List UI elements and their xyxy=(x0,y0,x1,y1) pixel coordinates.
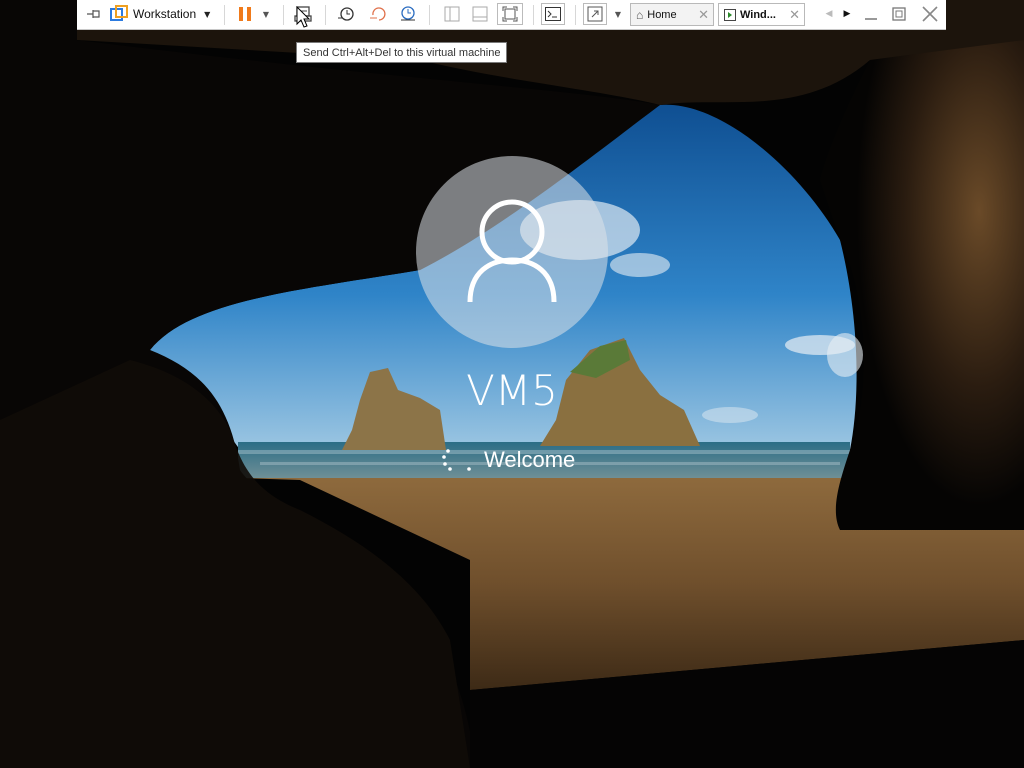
console-view-icon[interactable] xyxy=(541,3,565,25)
minimize-icon[interactable] xyxy=(861,3,881,25)
snapshot-icon[interactable] xyxy=(335,3,357,25)
tab-home[interactable]: ⌂ Home ✕ xyxy=(630,3,714,26)
home-icon: ⌂ xyxy=(636,7,644,22)
close-icon[interactable]: ✕ xyxy=(698,7,709,23)
sidebar-view-icon[interactable] xyxy=(441,3,463,25)
close-icon[interactable]: ✕ xyxy=(789,7,800,23)
tab-vm-label: Wind... xyxy=(740,8,776,21)
toolbar-divider xyxy=(575,5,576,25)
toolbar-divider xyxy=(429,5,430,25)
user-avatar xyxy=(416,156,608,348)
tab-scroll-left-icon[interactable]: ◀ xyxy=(823,3,835,25)
user-icon xyxy=(467,199,557,303)
pause-icon[interactable] xyxy=(233,3,257,25)
vm-icon xyxy=(724,8,736,21)
vmware-toolbar: Workstation ▼ ▼ ▼ ⌂ Home ✕ Wind... ✕ ◀ ▶ xyxy=(77,0,946,30)
login-username: VM5 xyxy=(466,366,558,415)
toolbar-divider xyxy=(325,5,326,25)
chevron-down-icon: ▼ xyxy=(204,9,211,19)
mouse-cursor-icon xyxy=(296,5,312,34)
toolbar-divider xyxy=(224,5,225,25)
tab-scroll-right-icon[interactable]: ▶ xyxy=(841,3,853,25)
revert-snapshot-icon[interactable] xyxy=(367,3,389,25)
close-window-icon[interactable] xyxy=(919,3,941,25)
toolbar-divider xyxy=(283,5,284,25)
welcome-text: Welcome xyxy=(484,447,576,472)
snapshot-manager-icon[interactable] xyxy=(397,3,419,25)
fit-guest-icon[interactable] xyxy=(497,3,523,25)
workstation-icon[interactable] xyxy=(109,3,129,25)
tab-vm[interactable]: Wind... ✕ xyxy=(718,3,805,26)
restore-icon[interactable] xyxy=(889,3,909,25)
pin-icon[interactable] xyxy=(83,3,105,25)
toolbar-divider xyxy=(533,5,534,25)
workstation-menu-label: Workstation xyxy=(133,7,197,21)
loading-spinner-icon xyxy=(442,449,471,471)
pause-dropdown-chevron-icon[interactable]: ▼ xyxy=(259,3,273,25)
tab-home-label: Home xyxy=(647,8,677,21)
thumbnail-view-icon[interactable] xyxy=(469,3,491,25)
fullscreen-icon[interactable] xyxy=(583,3,607,25)
fullscreen-dropdown-chevron-icon[interactable]: ▼ xyxy=(611,3,625,25)
workstation-menu[interactable]: Workstation ▼ xyxy=(133,3,221,25)
login-status: Welcome xyxy=(438,446,575,474)
send-ctrl-alt-del-tooltip: Send Ctrl+Alt+Del to this virtual machin… xyxy=(296,42,508,63)
